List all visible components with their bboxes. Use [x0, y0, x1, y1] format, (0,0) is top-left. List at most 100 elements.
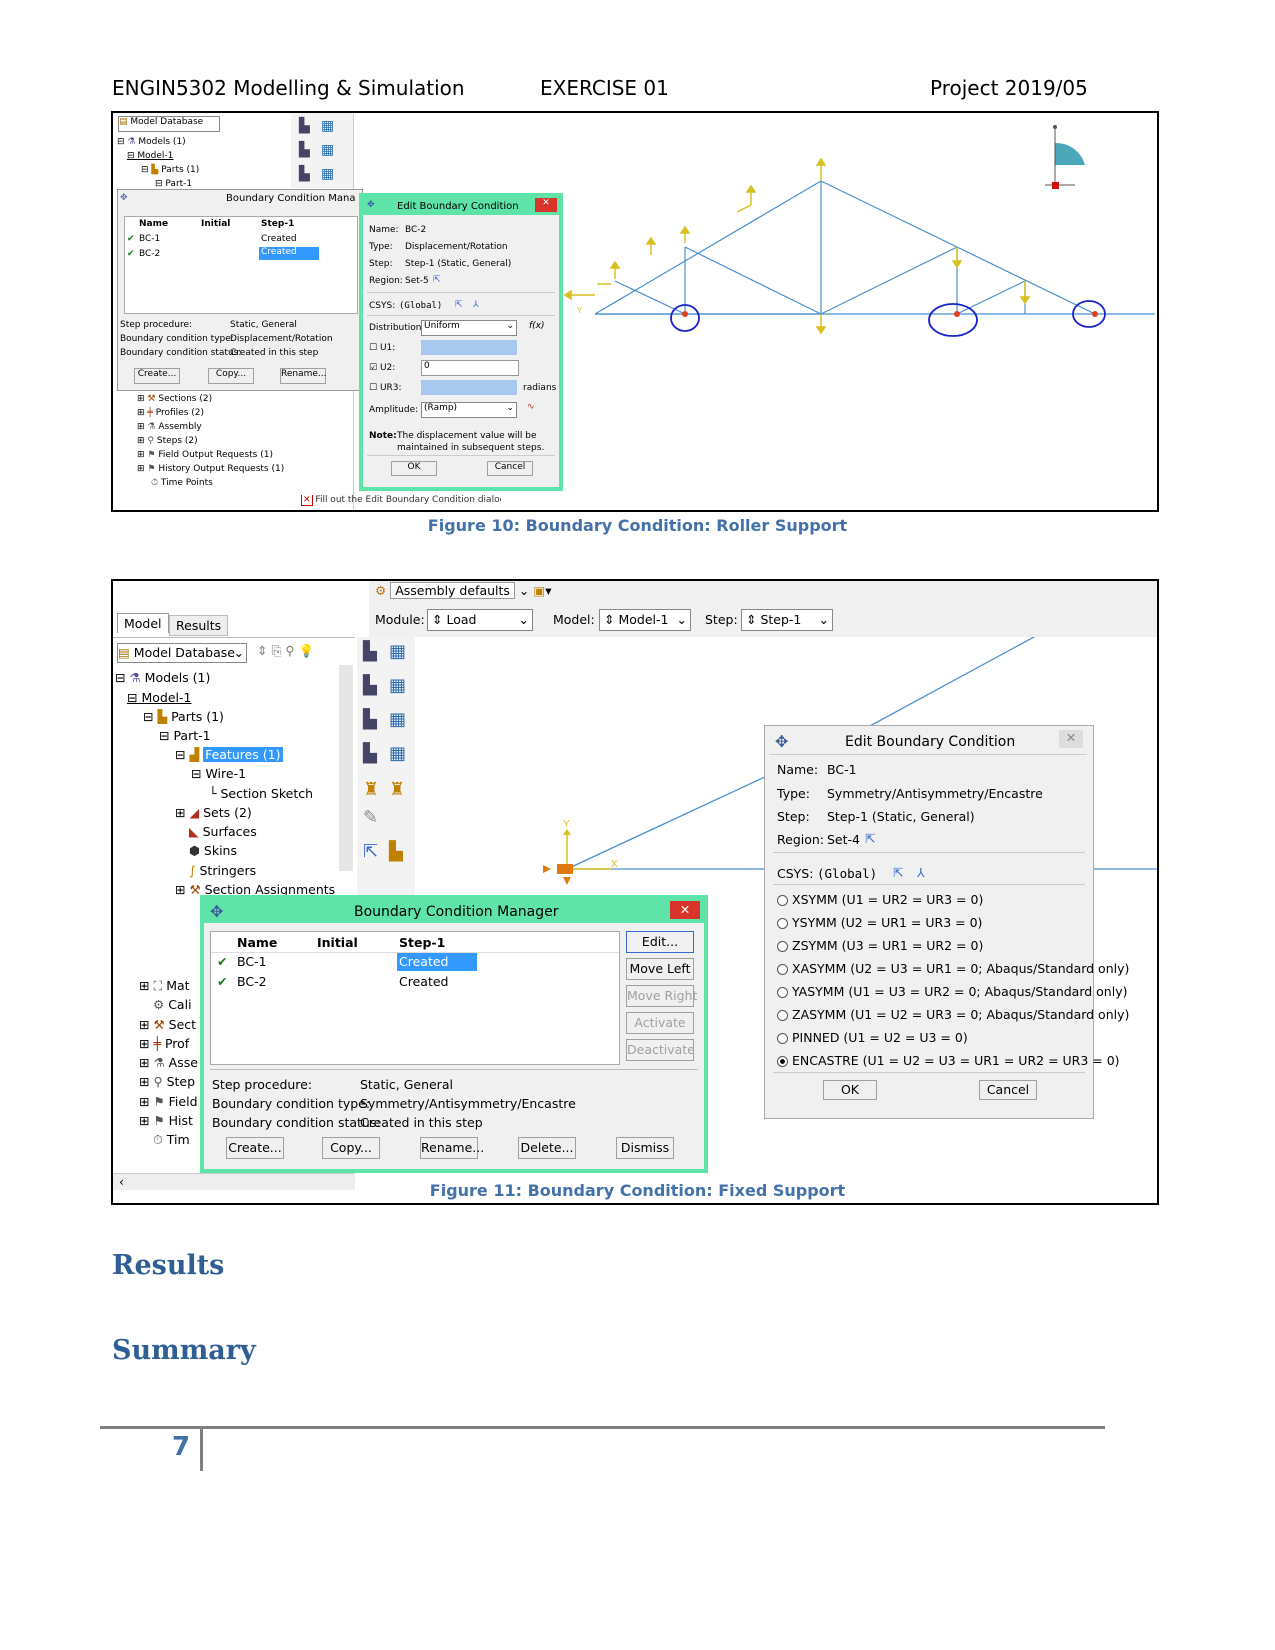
- field-manager-icon[interactable]: ▦: [321, 165, 334, 182]
- radio-icon[interactable]: [777, 941, 788, 952]
- model-db-combo[interactable]: ▤ Model Database: [118, 116, 220, 132]
- load-manager-icon[interactable]: ▦: [389, 641, 406, 662]
- edit-region-icon[interactable]: ⇱: [433, 275, 441, 285]
- module-select[interactable]: ⇕ Load ⌄: [427, 609, 533, 631]
- amplitude-create-icon[interactable]: ∿: [527, 402, 535, 412]
- cancel-button[interactable]: Cancel: [487, 461, 533, 476]
- u1-field[interactable]: [421, 340, 517, 355]
- query-icon[interactable]: ⇱: [363, 841, 378, 862]
- field-icon[interactable]: ▙: [299, 165, 310, 182]
- tree-parts[interactable]: ⊟ ▙ Parts (1): [143, 709, 224, 724]
- dialog-move-icon[interactable]: ✥: [367, 200, 375, 210]
- tree-surfaces[interactable]: ◣ Surfaces: [189, 824, 257, 839]
- amplitude-select[interactable]: (Ramp) ⌄: [421, 402, 517, 418]
- tree-time-points[interactable]: ⏱ Tim: [153, 1132, 190, 1148]
- model-db-combo[interactable]: ▤ Model Database ⌄: [117, 643, 247, 663]
- tree-profiles[interactable]: ⊞ ╪ Prof: [139, 1036, 189, 1051]
- radio-icon[interactable]: [777, 918, 788, 929]
- bc-row-name[interactable]: BC-2: [139, 249, 160, 259]
- radio-icon[interactable]: [777, 895, 788, 906]
- tree-model-1[interactable]: ⊟ Model-1: [127, 151, 173, 161]
- tree-skins[interactable]: ⬢ Skins: [189, 843, 237, 858]
- tree-materials[interactable]: ⊞ ⛶ Mat: [139, 978, 190, 994]
- create-button[interactable]: Create...: [134, 368, 180, 384]
- bc-row-name[interactable]: BC-1: [237, 954, 267, 969]
- tree-scrollbar[interactable]: [339, 665, 353, 871]
- close-icon[interactable]: ✕: [1059, 730, 1083, 748]
- bc-option-radio[interactable]: XASYMM (U2 = U3 = UR1 = 0; Abaqus/Standa…: [777, 961, 1129, 976]
- bc-option-radio[interactable]: ZASYMM (U1 = U2 = UR3 = 0; Abaqus/Standa…: [777, 1007, 1129, 1022]
- tree-calibrations[interactable]: ⚙ Cali: [153, 997, 192, 1012]
- bc-icon[interactable]: ▙: [299, 141, 310, 158]
- bc-row-status[interactable]: Created: [261, 234, 297, 244]
- load-manager-icon[interactable]: ▦: [321, 117, 334, 134]
- load-icon[interactable]: ▙: [363, 641, 377, 662]
- tree-features[interactable]: ⊟ ▟ Features (1): [175, 747, 283, 762]
- bc-row-name[interactable]: BC-1: [139, 234, 160, 244]
- tree-stringers[interactable]: ∫ Stringers: [189, 863, 256, 878]
- tree-section-sketch[interactable]: └ Section Sketch: [209, 786, 313, 801]
- tree-part-1[interactable]: ⊟ Part-1: [155, 179, 192, 189]
- activate-button[interactable]: Activate: [626, 1012, 694, 1034]
- u2-checkbox[interactable]: ☑ U2:: [369, 363, 395, 373]
- bc-manager-icon[interactable]: ▦: [389, 675, 406, 696]
- copy-button[interactable]: Copy...: [208, 368, 254, 384]
- bc-row-status-selected[interactable]: Created: [259, 247, 319, 260]
- tree-field-output[interactable]: ⊞ ⚑ Field: [139, 1094, 198, 1109]
- tree-assembly[interactable]: ⊞ ⚗ Asse: [139, 1055, 198, 1070]
- radio-icon[interactable]: [777, 1010, 788, 1021]
- tree-assembly[interactable]: ⊞ ⚗ Assembly: [137, 422, 202, 432]
- create-button[interactable]: Create...: [226, 1137, 284, 1159]
- csys-create-icon[interactable]: ⅄: [917, 865, 925, 880]
- fx-icon[interactable]: f(x): [529, 321, 545, 331]
- tree-models[interactable]: ⊟ ⚗ Models (1): [115, 670, 210, 685]
- tree-steps[interactable]: ⊞ ⚲ Steps (2): [137, 436, 198, 446]
- tree-toolbar-icons[interactable]: ⇕ ⎘ ⚲ 💡: [257, 643, 314, 659]
- close-icon[interactable]: ✕: [670, 901, 700, 919]
- tree-wire-1[interactable]: ⊟ Wire-1: [191, 766, 246, 781]
- dialog-move-icon[interactable]: ✥: [775, 732, 788, 751]
- dismiss-button[interactable]: Dismiss: [616, 1137, 674, 1159]
- cancel-button[interactable]: Cancel: [979, 1080, 1037, 1100]
- radio-selected-icon[interactable]: [777, 1056, 788, 1067]
- tree-time-points[interactable]: ⏱ Time Points: [151, 478, 213, 488]
- tree-models[interactable]: ⊟ ⚗ Models (1): [117, 137, 186, 147]
- close-icon[interactable]: ✕: [535, 198, 557, 212]
- dialog-move-icon[interactable]: ✥: [120, 193, 128, 203]
- distribution-select[interactable]: Uniform ⌄: [421, 320, 517, 336]
- bc-option-radio[interactable]: YSYMM (U2 = UR1 = UR3 = 0): [777, 915, 982, 930]
- radio-icon[interactable]: [777, 964, 788, 975]
- bc-option-radio[interactable]: ENCASTRE (U1 = U2 = U3 = UR1 = UR2 = UR3…: [777, 1053, 1120, 1068]
- ok-button[interactable]: OK: [391, 461, 437, 476]
- tab-model[interactable]: Model: [117, 613, 169, 633]
- step-select[interactable]: ⇕ Step-1 ⌄: [741, 609, 833, 631]
- tab-results[interactable]: Results: [169, 615, 229, 636]
- tree-steps[interactable]: ⊞ ⚲ Step: [139, 1074, 195, 1089]
- field-manager-icon[interactable]: ▦: [389, 709, 406, 730]
- pencil-icon[interactable]: ✎: [363, 807, 378, 828]
- tree-profiles[interactable]: ⊞ ╪ Profiles (2): [137, 408, 204, 418]
- tree-sections[interactable]: ⊞ ⚒ Sect: [139, 1017, 196, 1032]
- ok-button[interactable]: OK: [823, 1080, 877, 1100]
- tree-model-1[interactable]: ⊟ Model-1: [127, 690, 191, 705]
- edit-region-icon[interactable]: ⇱: [865, 831, 875, 846]
- rename-button[interactable]: Rename...: [420, 1137, 484, 1159]
- tree-sets[interactable]: ⊞ ◢ Sets (2): [175, 805, 252, 820]
- move-left-button[interactable]: Move Left: [626, 958, 694, 980]
- load-case-icon[interactable]: ▙: [363, 743, 377, 764]
- radio-icon[interactable]: [777, 987, 788, 998]
- u2-field[interactable]: 0: [421, 360, 519, 376]
- bc-option-radio[interactable]: XSYMM (U1 = UR2 = UR3 = 0): [777, 892, 983, 907]
- bc-row-status[interactable]: Created: [399, 974, 448, 989]
- load-icon[interactable]: ▙: [299, 117, 310, 134]
- tree-field-output[interactable]: ⊞ ⚑ Field Output Requests (1): [137, 450, 273, 460]
- bc-row-name[interactable]: BC-2: [237, 974, 267, 989]
- bc-option-radio[interactable]: PINNED (U1 = U2 = U3 = 0): [777, 1030, 968, 1045]
- csys-pick-icon[interactable]: ⇱: [455, 300, 463, 310]
- bc-option-radio[interactable]: YASYMM (U1 = U3 = UR2 = 0; Abaqus/Standa…: [777, 984, 1127, 999]
- tree-history-output[interactable]: ⊞ ⚑ Hist: [139, 1113, 193, 1128]
- u1-checkbox[interactable]: ☐ U1:: [369, 343, 395, 353]
- bc-icon[interactable]: ▙: [363, 675, 377, 696]
- tree-part-1[interactable]: ⊟ Part-1: [159, 728, 211, 743]
- delete-button[interactable]: Delete...: [518, 1137, 576, 1159]
